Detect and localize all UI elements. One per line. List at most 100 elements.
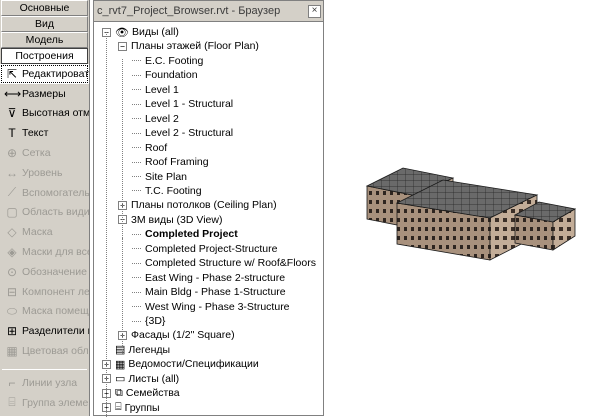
tab-1[interactable]: Вид: [1, 16, 88, 32]
tool-label: Редактировать: [22, 67, 89, 80]
project-browser-titlebar[interactable]: c_rvt7_Project_Browser.rvt - Браузер ×: [94, 1, 323, 22]
tree-node[interactable]: Completed Structure w/ Roof&Floors: [132, 256, 316, 270]
tree-node[interactable]: −3М виды (3D View): [118, 213, 222, 227]
grid-icon: ⊕: [6, 146, 18, 161]
tree-node-label: Семейства: [125, 387, 180, 400]
dimension-icon: ⟷: [4, 86, 22, 101]
tool-cursor-arrow[interactable]: ⇱ Редактировать: [0, 64, 89, 84]
tree-node[interactable]: + ⧉ Семейства: [102, 386, 180, 400]
tab-3[interactable]: Построения: [1, 48, 88, 64]
tree-node[interactable]: Roof: [132, 141, 167, 155]
collapse-icon[interactable]: −: [118, 41, 127, 51]
tool-scope-box[interactable]: ▢ Область види: [0, 203, 89, 223]
tool-label: Обозначение: [22, 265, 87, 278]
tool-detail-lines[interactable]: ⌐ Линии узла: [0, 373, 89, 393]
tool-label: Область види: [22, 206, 89, 219]
tree-node[interactable]: + Фасады (1/2" Square): [118, 328, 235, 342]
tool-separator[interactable]: ⊞ Разделители г: [0, 321, 89, 341]
3d-viewport[interactable]: [325, 0, 613, 416]
legend-icon: ▤: [115, 344, 126, 357]
tree-node[interactable]: + ▭ Листы (all): [102, 372, 179, 386]
tree-node-label: Level 2: [145, 112, 179, 125]
tool-label: Цветовая обл: [22, 345, 89, 358]
detail-component-icon: ⊟: [6, 284, 18, 299]
tree-node-label: Планы потолков (Ceiling Plan): [131, 199, 277, 212]
tree-node[interactable]: E.C. Footing: [132, 54, 203, 68]
tool-group[interactable]: ⌸ Группа элемен: [0, 393, 89, 413]
tree-node[interactable]: East Wing - Phase 2-structure: [132, 271, 285, 285]
tool-list: ⇱ Редактировать ⟷ Размеры ⊽ Высотная отм T Текс…: [0, 64, 89, 413]
tab-0[interactable]: Основные: [1, 0, 88, 16]
tree-connector: [132, 147, 141, 149]
tool-label: Маски для все: [22, 246, 89, 259]
tool-room-mask[interactable]: ⬭ Маска помещ: [0, 302, 89, 322]
tree-node-label: Фасады (1/2" Square): [131, 329, 235, 342]
tree-node[interactable]: Level 2: [132, 112, 179, 126]
building-model: [365, 167, 577, 261]
tree-connector: [132, 89, 141, 91]
schedule-icon: ▦: [115, 358, 126, 371]
tool-label: Размеры: [22, 87, 66, 100]
tool-spot-elevation[interactable]: ⊽ Высотная отм: [0, 104, 89, 124]
tree-node[interactable]: − 👁 Виды (all): [102, 25, 179, 39]
tree-node-label: Level 1 - Structural: [145, 98, 234, 111]
tree-node[interactable]: Level 2 - Structural: [132, 126, 233, 140]
tool-ref-plane[interactable]: ⟋ Вспомогатель: [0, 183, 89, 203]
tree-node[interactable]: Completed Project: [132, 227, 238, 241]
tree-connector: [132, 248, 141, 250]
tree-node[interactable]: Main Bldg - Phase 1-Structure: [132, 285, 286, 299]
tree-node-label: West Wing - Phase 3-Structure: [145, 300, 290, 313]
symbol-icon: ⊙: [6, 264, 18, 279]
tree-node-label: Ведомости/Спецификации: [128, 358, 259, 371]
tree-node-label: Планы этажей (Floor Plan): [131, 40, 259, 53]
tool-grid[interactable]: ⊕ Сетка: [0, 143, 89, 163]
tree-connector: [132, 176, 141, 177]
group-icon: ⌸: [8, 395, 16, 410]
project-browser-title: c_rvt7_Project_Browser.rvt - Браузер: [97, 5, 281, 17]
tree-node[interactable]: + ▦ Ведомости/Спецификации: [102, 357, 259, 371]
tool-color-fill[interactable]: ▦ Цветовая обл: [0, 341, 89, 361]
tool-label: Вспомогатель: [22, 186, 89, 199]
tree-node[interactable]: Site Plan: [132, 170, 187, 184]
tree-node[interactable]: {3D}: [132, 314, 165, 328]
mask-icon: ◇: [7, 225, 17, 240]
tree-node[interactable]: + Планы потолков (Ceiling Plan): [118, 198, 277, 212]
tree-node[interactable]: T.C. Footing: [132, 184, 202, 198]
tree-guide-line: [122, 238, 123, 342]
tree-node[interactable]: Level 1 - Structural: [132, 97, 233, 111]
tool-mask-all[interactable]: ◈ Маски для все: [0, 242, 89, 262]
tree-guide-line: [106, 32, 107, 417]
tree-node[interactable]: Foundation: [132, 68, 198, 82]
tree-node[interactable]: Completed Project-Structure: [132, 242, 277, 256]
tool-detail-component[interactable]: ⊟ Компонент ле: [0, 282, 89, 302]
tool-level[interactable]: ↔ Уровень: [0, 163, 89, 183]
tree-node-label: Виды (all): [131, 26, 179, 38]
text-icon: T: [8, 126, 16, 141]
tree-node[interactable]: ▤ Легенды: [102, 343, 170, 357]
tree-connector: [132, 306, 141, 308]
tool-label: Текст: [22, 127, 49, 140]
tool-dimension[interactable]: ⟷ Размеры: [0, 84, 89, 104]
tree-node-label: Roof: [145, 141, 168, 154]
tree-node-label: Foundation: [145, 69, 198, 82]
tree-node[interactable]: + ⌸ Группы: [102, 401, 160, 415]
tree-node[interactable]: Roof Framing: [132, 155, 209, 169]
tree-node[interactable]: Level 1: [132, 83, 179, 97]
tree-connector: [132, 291, 141, 293]
tree-node[interactable]: − Планы этажей (Floor Plan): [118, 39, 259, 53]
tree-connector: [132, 161, 141, 163]
tool-label: Маска помещ: [22, 305, 89, 318]
tab-2[interactable]: Модель: [1, 32, 88, 48]
tree-node[interactable]: West Wing - Phase 3-Structure: [132, 300, 290, 314]
cursor-arrow-icon: ⇱: [6, 66, 18, 81]
families-icon: ⧉: [115, 386, 123, 399]
tool-label: Компонент ле: [22, 285, 89, 298]
close-icon[interactable]: ×: [308, 4, 321, 18]
tree-node-label: Level 2 - Structural: [145, 127, 234, 140]
tree-connector: [132, 190, 141, 192]
tree-node-label: Completed Project-Structure: [145, 242, 278, 255]
tool-symbol[interactable]: ⊙ Обозначение: [0, 262, 89, 282]
tool-mask[interactable]: ◇ Маска: [0, 222, 89, 242]
tool-text[interactable]: T Текст: [0, 123, 89, 143]
project-browser: c_rvt7_Project_Browser.rvt - Браузер × −…: [93, 0, 324, 417]
